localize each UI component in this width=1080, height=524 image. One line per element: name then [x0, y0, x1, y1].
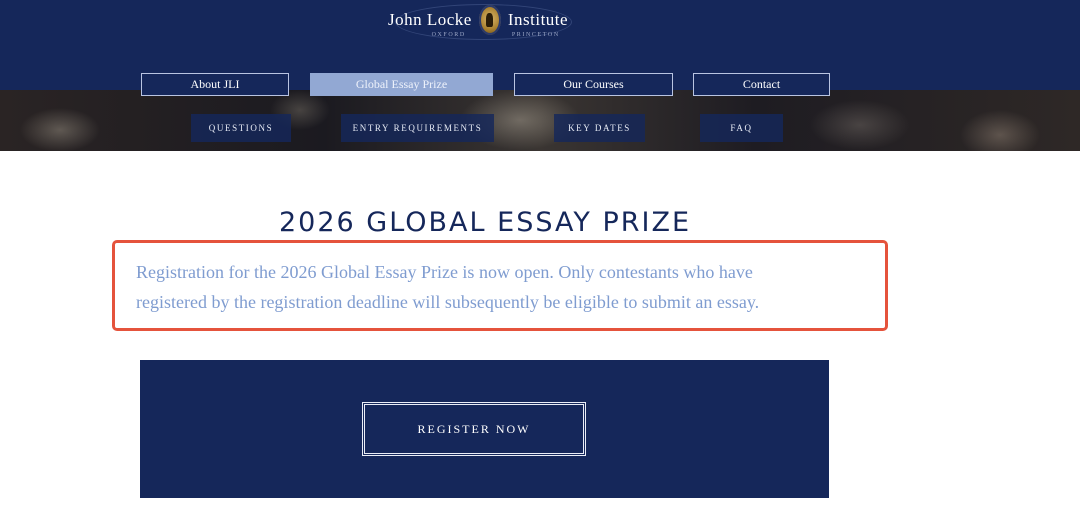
register-now-button[interactable]: REGISTER NOW	[362, 402, 586, 456]
medallion-portrait-icon	[478, 5, 501, 35]
brand-right: Institute	[507, 10, 569, 29]
nav-contact[interactable]: Contact	[693, 73, 830, 96]
brand-left: John Locke	[388, 10, 472, 29]
subnav-faq[interactable]: FAQ	[700, 114, 783, 142]
subnav-entry-requirements[interactable]: ENTRY REQUIREMENTS	[341, 114, 494, 142]
intro-text: Registration for the 2026 Global Essay P…	[136, 257, 876, 317]
intro-line-1: Registration for the 2026 Global Essay P…	[136, 262, 753, 282]
nav-about-jli[interactable]: About JLI	[141, 73, 289, 96]
logo-text-right: Institute PRINCETON	[507, 10, 569, 38]
site-logo[interactable]: John Locke OXFORD Institute PRINCETON	[388, 0, 568, 40]
logo-text-left: John Locke OXFORD	[388, 10, 472, 38]
intro-line-2: registered by the registration deadline …	[136, 292, 760, 312]
brand-sub-left: OXFORD	[431, 32, 466, 38]
nav-global-essay-prize[interactable]: Global Essay Prize	[310, 73, 493, 96]
main-nav: About JLI Global Essay Prize Our Courses…	[0, 73, 1080, 96]
nav-our-courses[interactable]: Our Courses	[514, 73, 673, 96]
subnav-questions[interactable]: QUESTIONS	[191, 114, 291, 142]
hero-photo-band	[0, 90, 1080, 151]
brand-sub-right: PRINCETON	[511, 32, 560, 38]
subnav-key-dates[interactable]: KEY DATES	[554, 114, 645, 142]
page-title: 2026 GLOBAL ESSAY PRIZE	[278, 207, 692, 238]
